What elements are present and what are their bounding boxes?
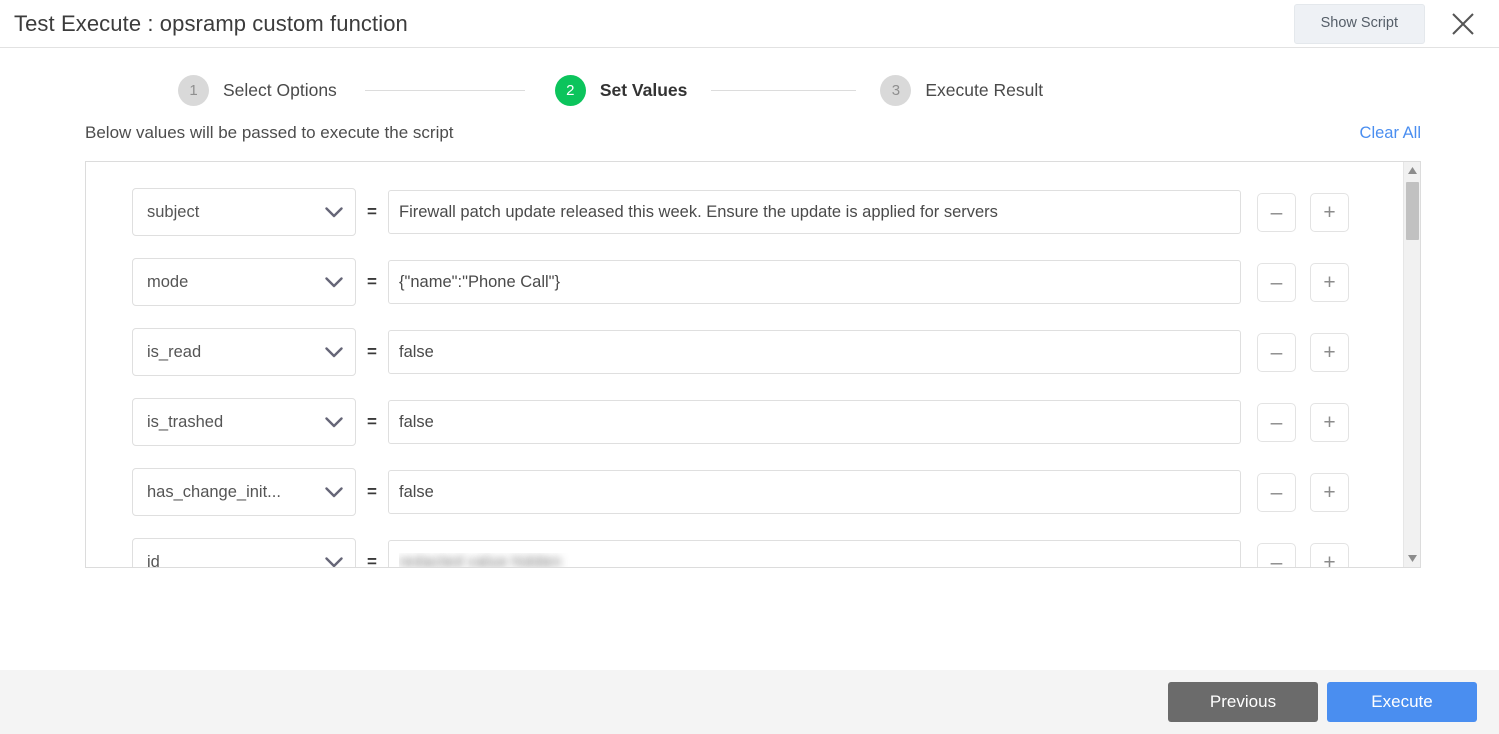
value-input[interactable] (388, 330, 1241, 374)
chevron-down-icon (319, 416, 343, 428)
step-1-number: 1 (178, 75, 209, 106)
step-connector-1 (364, 90, 525, 91)
chevron-down-icon (319, 346, 343, 358)
values-scroll-area: subject=–+mode=–+is_read=–+is_trashed=–+… (86, 162, 1403, 567)
key-select-label: id (147, 552, 160, 568)
equals-sign: = (367, 342, 377, 361)
value-row: mode = –+ (86, 258, 1403, 306)
equals-sign: = (367, 482, 377, 501)
chevron-down-icon (319, 486, 343, 498)
step-execute-result[interactable]: 3 Execute Result (880, 75, 1043, 106)
key-select[interactable]: mode (132, 258, 356, 306)
clear-all-link[interactable]: Clear All (1360, 124, 1421, 143)
step-3-label: Execute Result (925, 80, 1044, 100)
row-actions: – + (1257, 542, 1349, 567)
equals-sign: = (367, 202, 377, 221)
remove-row-button[interactable]: – (1257, 262, 1296, 302)
add-row-button[interactable]: + (1310, 332, 1349, 372)
step-set-values[interactable]: 2 Set Values (554, 75, 688, 106)
key-select[interactable]: is_trashed (132, 398, 356, 446)
scrollbar-thumb[interactable] (1405, 182, 1419, 240)
row-actions: – + (1257, 262, 1349, 302)
value-row: is_read = –+ (86, 328, 1403, 376)
key-select-label: subject (147, 202, 200, 221)
values-subheader: Below values will be passed to execute t… (85, 123, 1421, 143)
key-select-label: is_read (147, 342, 202, 361)
value-row: is_trashed = –+ (86, 398, 1403, 446)
values-description: Below values will be passed to execute t… (85, 123, 454, 142)
scroll-down-icon[interactable] (1404, 550, 1421, 567)
value-input[interactable] (388, 190, 1241, 234)
value-input[interactable] (388, 470, 1241, 514)
wizard-stepper: 1 Select Options 2 Set Values 3 Execute … (178, 48, 1499, 106)
remove-row-button[interactable]: – (1257, 192, 1296, 232)
value-row: has_change_init... = –+ (86, 468, 1403, 516)
row-actions: – + (1257, 402, 1349, 442)
modal-header: Test Execute : opsramp custom function S… (0, 0, 1499, 48)
remove-row-button[interactable]: – (1257, 402, 1296, 442)
remove-row-button[interactable]: – (1257, 472, 1296, 512)
key-select-label: is_trashed (147, 412, 224, 431)
values-scrollbar[interactable] (1403, 162, 1420, 567)
value-input[interactable] (388, 260, 1241, 304)
chevron-down-icon (319, 276, 343, 288)
step-select-options[interactable]: 1 Select Options (178, 75, 337, 106)
execute-button[interactable]: Execute (1327, 682, 1477, 722)
chevron-down-icon (319, 556, 343, 568)
close-icon[interactable] (1441, 2, 1485, 46)
page-title: Test Execute : opsramp custom function (14, 10, 408, 36)
key-select[interactable]: subject (132, 188, 356, 236)
scroll-up-icon[interactable] (1404, 162, 1421, 179)
key-select-label: has_change_init... (147, 482, 281, 501)
step-2-label: Set Values (599, 80, 688, 100)
equals-sign: = (367, 272, 377, 291)
key-select[interactable]: is_read (132, 328, 356, 376)
remove-row-button[interactable]: – (1257, 332, 1296, 372)
row-actions: – + (1257, 192, 1349, 232)
key-select[interactable]: id (132, 538, 356, 567)
key-select[interactable]: has_change_init... (132, 468, 356, 516)
value-row: id = –+ (86, 538, 1403, 567)
previous-button[interactable]: Previous (1168, 682, 1318, 722)
row-actions: – + (1257, 332, 1349, 372)
step-2-number: 2 (554, 75, 586, 106)
key-select-label: mode (147, 272, 189, 291)
scrollbar-track[interactable] (1404, 179, 1421, 550)
add-row-button[interactable]: + (1310, 262, 1349, 302)
step-3-number: 3 (880, 75, 912, 106)
values-panel: subject=–+mode=–+is_read=–+is_trashed=–+… (85, 161, 1421, 568)
equals-sign: = (367, 552, 377, 567)
row-actions: – + (1257, 472, 1349, 512)
add-row-button[interactable]: + (1310, 402, 1349, 442)
chevron-down-icon (319, 206, 343, 218)
step-1-label: Select Options (223, 80, 337, 100)
add-row-button[interactable]: + (1310, 192, 1349, 232)
value-input[interactable] (388, 540, 1241, 567)
step-connector-2 (711, 90, 857, 91)
value-input[interactable] (388, 400, 1241, 444)
show-script-button[interactable]: Show Script (1293, 3, 1425, 44)
add-row-button[interactable]: + (1310, 472, 1349, 512)
add-row-button[interactable]: + (1310, 542, 1349, 567)
header-actions: Show Script (1293, 0, 1499, 47)
value-row: subject = –+ (86, 188, 1403, 236)
modal-footer: Previous Execute (0, 670, 1499, 734)
test-execute-modal: Test Execute : opsramp custom function S… (0, 0, 1499, 734)
remove-row-button[interactable]: – (1257, 542, 1296, 567)
equals-sign: = (367, 412, 377, 431)
